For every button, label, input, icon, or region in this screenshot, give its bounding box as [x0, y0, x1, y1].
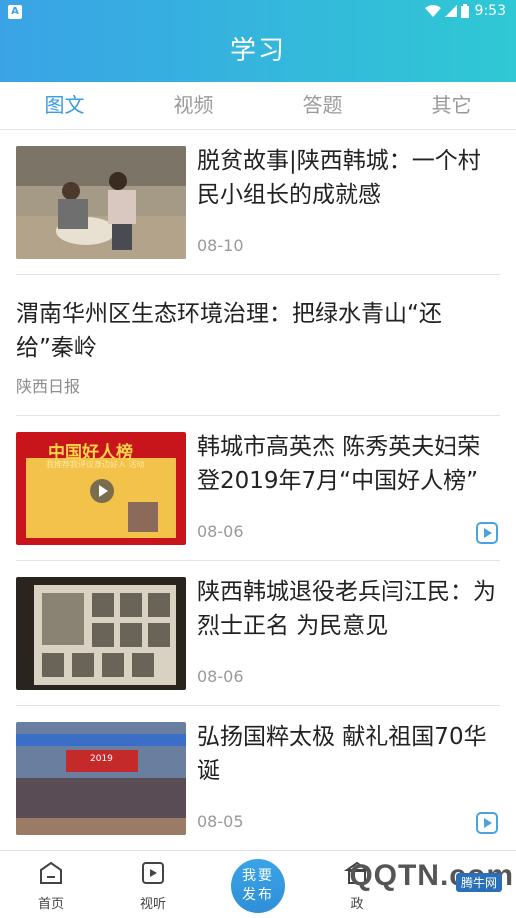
- nav-home-label: 首页: [37, 897, 64, 912]
- status-bar: A 9:53: [0, 0, 516, 24]
- app-header: A 9:53 学习: [0, 0, 516, 82]
- publish-button[interactable]: 我要 发布: [231, 859, 285, 913]
- wifi-icon: [424, 5, 441, 17]
- status-right: 9:53: [424, 3, 506, 19]
- category-tabs: 图文 视频 答题 其它: [0, 82, 516, 130]
- article-feed: 脱贫故事|陕西韩城：一个村民小组长的成就感 08-10 渭南华州区生态环境治理：…: [0, 130, 516, 850]
- notification-icon: A: [8, 5, 22, 19]
- thumb-banner-text: 2019: [90, 754, 113, 764]
- video-badge-icon[interactable]: [476, 522, 498, 544]
- article-source: 陕西日报: [16, 377, 81, 396]
- article-title: 韩城市高英杰 陈秀英夫妇荣登2019年7月“中国好人榜”: [197, 434, 481, 494]
- video-badge-icon[interactable]: [476, 812, 498, 834]
- publish-line2: 发布: [242, 887, 274, 903]
- nav-listen-label: 视听: [139, 897, 166, 912]
- article-title: 脱贫故事|陕西韩城：一个村民小组长的成就感: [197, 148, 481, 208]
- tab-articles[interactable]: 图文: [0, 82, 129, 129]
- article-thumbnail: 中国好人榜 我推荐我评议身边好人 活动: [16, 432, 186, 545]
- article-item[interactable]: 2019 弘扬国粹太极 献礼祖国70华诞 08-05: [16, 706, 500, 850]
- article-thumbnail: [16, 146, 186, 259]
- article-date: 08-06: [197, 522, 244, 541]
- nav-gov-label: 政: [350, 897, 364, 912]
- publish-line1: 我要: [242, 868, 274, 884]
- status-time: 9:53: [474, 3, 506, 19]
- bottom-navigation: 首页 视听 我要 发布 政 QQTN.com 腾牛网: [0, 850, 516, 918]
- article-title: 弘扬国粹太极 献礼祖国70华诞: [197, 724, 487, 784]
- nav-home[interactable]: 首页: [16, 861, 86, 912]
- article-item[interactable]: 渭南华州区生态环境治理：把绿水青山“还给”秦岭 陕西日报: [16, 275, 500, 416]
- article-item[interactable]: 陕西韩城退役老兵闫江民：为烈士正名 为民意见 08-06: [16, 561, 500, 706]
- article-date: 08-06: [197, 667, 244, 686]
- video-play-icon: [90, 479, 114, 503]
- article-date: 08-10: [197, 236, 244, 255]
- watermark-small-logo: 腾牛网: [455, 873, 502, 892]
- article-title: 陕西韩城退役老兵闫江民：为烈士正名 为民意见: [197, 579, 496, 639]
- article-title: 渭南华州区生态环境治理：把绿水青山“还给”秦岭: [16, 301, 442, 361]
- article-thumbnail: [16, 577, 186, 690]
- tab-videos[interactable]: 视频: [129, 82, 258, 129]
- article-date: 08-05: [197, 812, 244, 831]
- tab-quiz[interactable]: 答题: [258, 82, 387, 129]
- page-title: 学习: [229, 36, 286, 66]
- battery-icon: [460, 4, 469, 18]
- home-icon: [40, 861, 62, 884]
- media-icon: [142, 862, 164, 884]
- tab-other[interactable]: 其它: [387, 82, 516, 129]
- nav-listen[interactable]: 视听: [118, 861, 188, 912]
- signal-icon: [444, 5, 457, 17]
- thumb-banner-subtext: 我推荐我评议身边好人 活动: [46, 460, 145, 469]
- article-item[interactable]: 脱贫故事|陕西韩城：一个村民小组长的成就感 08-10: [16, 130, 500, 275]
- article-item[interactable]: 中国好人榜 我推荐我评议身边好人 活动 韩城市高英杰 陈秀英夫妇荣登2019年7…: [16, 416, 500, 561]
- article-thumbnail: 2019: [16, 722, 186, 835]
